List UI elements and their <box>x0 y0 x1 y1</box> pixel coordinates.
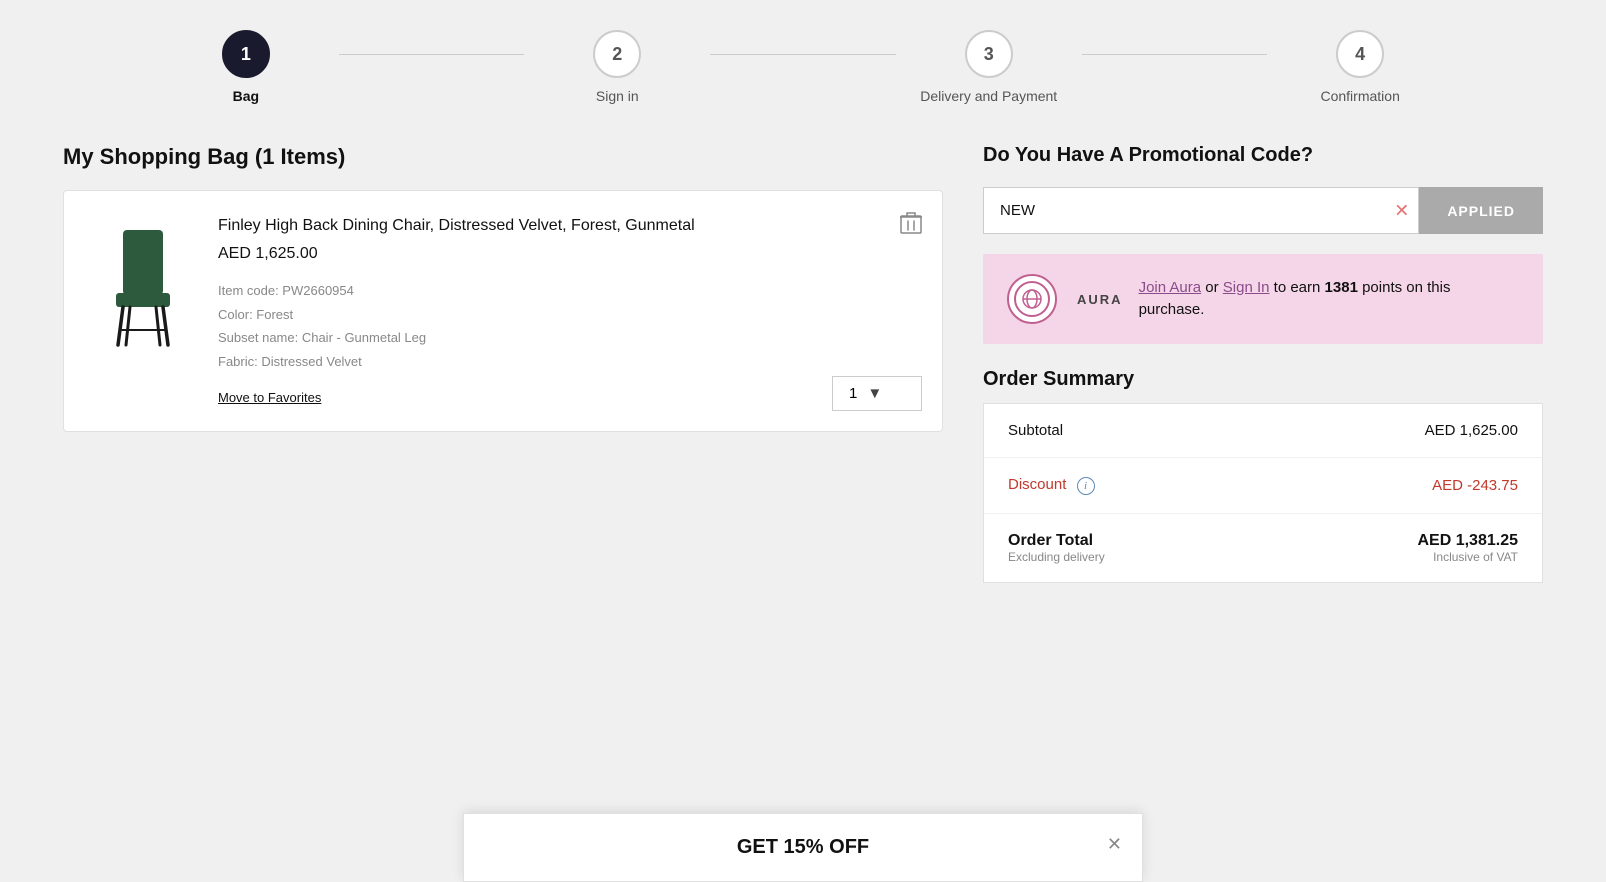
promo-code-input[interactable] <box>983 187 1419 234</box>
step-3-circle: 3 <box>965 30 1013 78</box>
sign-in-link[interactable]: Sign In <box>1223 279 1270 296</box>
aura-logo-inner <box>1014 281 1050 317</box>
step-3-number: 3 <box>984 44 994 65</box>
promo-title: Do You Have A Promotional Code? <box>983 144 1543 167</box>
step-2-number: 2 <box>612 44 622 65</box>
aura-brand-name: AURA <box>1077 292 1123 307</box>
aura-logo <box>1007 274 1057 324</box>
product-price: AED 1,625.00 <box>218 245 918 263</box>
join-aura-link[interactable]: Join Aura <box>1139 279 1202 296</box>
left-panel: My Shopping Bag (1 Items) <box>63 144 943 583</box>
step-1-number: 1 <box>241 44 251 65</box>
subtotal-row: Subtotal AED 1,625.00 <box>984 404 1542 458</box>
shopping-bag-title: My Shopping Bag (1 Items) <box>63 144 943 170</box>
vat-note: Inclusive of VAT <box>1417 550 1518 564</box>
bottom-banner: GET 15% OFF ✕ <box>463 813 1143 882</box>
main-content: My Shopping Bag (1 Items) <box>3 124 1603 623</box>
step-1-circle: 1 <box>222 30 270 78</box>
chevron-down-icon: ▼ <box>867 385 882 402</box>
quantity-selector[interactable]: 1 ▼ <box>832 376 922 411</box>
banner-text: GET 15% OFF <box>504 836 1102 859</box>
step-4-label: Confirmation <box>1320 88 1399 104</box>
excluding-delivery-note: Excluding delivery <box>1008 550 1105 564</box>
step-2: 2 Sign in <box>524 30 710 104</box>
step-line-3-4 <box>1082 54 1268 55</box>
step-4-circle: 4 <box>1336 30 1384 78</box>
order-summary-box: Subtotal AED 1,625.00 Discount i AED -24… <box>983 403 1543 583</box>
step-1-label: Bag <box>233 88 259 104</box>
aura-points: 1381 <box>1325 279 1358 296</box>
product-image <box>88 215 198 365</box>
move-to-favorites-link[interactable]: Move to Favorites <box>218 390 321 405</box>
promo-input-wrapper: ✕ <box>983 187 1419 234</box>
step-4-number: 4 <box>1355 44 1365 65</box>
total-row: Order Total Excluding delivery AED 1,381… <box>984 514 1542 582</box>
delete-item-button[interactable] <box>900 211 922 240</box>
item-code: Item code: PW2660954 <box>218 279 918 302</box>
total-value: AED 1,381.25 <box>1417 532 1518 550</box>
right-panel: Do You Have A Promotional Code? ✕ APPLIE… <box>983 144 1543 583</box>
item-subset: Subset name: Chair - Gunmetal Leg <box>218 326 918 349</box>
total-left: Order Total Excluding delivery <box>1008 532 1105 564</box>
aura-text: Join Aura or Sign In to earn 1381 points… <box>1139 277 1519 322</box>
step-3-label: Delivery and Payment <box>920 88 1057 104</box>
product-details: Finley High Back Dining Chair, Distresse… <box>218 215 918 407</box>
item-color: Color: Forest <box>218 303 918 326</box>
discount-row: Discount i AED -243.75 <box>984 458 1542 514</box>
discount-value: AED -243.75 <box>1432 477 1518 494</box>
discount-label: Discount i <box>1008 476 1095 495</box>
discount-info-icon[interactable]: i <box>1077 477 1095 495</box>
aura-text-after: to earn <box>1270 279 1325 296</box>
total-right: AED 1,381.25 Inclusive of VAT <box>1417 532 1518 564</box>
product-name: Finley High Back Dining Chair, Distresse… <box>218 215 918 237</box>
step-1: 1 Bag <box>153 30 339 104</box>
promo-clear-icon[interactable]: ✕ <box>1394 200 1409 221</box>
order-summary-title: Order Summary <box>983 368 1543 391</box>
step-line-2-3 <box>710 54 896 55</box>
bag-card: Finley High Back Dining Chair, Distresse… <box>63 190 943 432</box>
subtotal-value: AED 1,625.00 <box>1425 422 1518 439</box>
step-4: 4 Confirmation <box>1267 30 1453 104</box>
step-3: 3 Delivery and Payment <box>896 30 1082 104</box>
step-2-label: Sign in <box>596 88 639 104</box>
banner-close-button[interactable]: ✕ <box>1107 834 1122 855</box>
aura-banner: AURA Join Aura or Sign In to earn 1381 p… <box>983 254 1543 344</box>
promo-input-row: ✕ APPLIED <box>983 187 1543 234</box>
quantity-value: 1 <box>849 385 857 402</box>
stepper: 1 Bag 2 Sign in 3 Delivery and Payment 4… <box>153 30 1453 104</box>
subtotal-label: Subtotal <box>1008 422 1063 439</box>
chair-image-svg <box>98 225 188 355</box>
applied-button[interactable]: APPLIED <box>1419 187 1543 234</box>
step-2-circle: 2 <box>593 30 641 78</box>
stepper-container: 1 Bag 2 Sign in 3 Delivery and Payment 4… <box>0 0 1606 124</box>
step-line-1-2 <box>339 54 525 55</box>
item-fabric: Fabric: Distressed Velvet <box>218 350 918 373</box>
aura-or-text: or <box>1201 279 1223 296</box>
product-meta: Item code: PW2660954 Color: Forest Subse… <box>218 279 918 373</box>
total-label: Order Total <box>1008 532 1105 550</box>
